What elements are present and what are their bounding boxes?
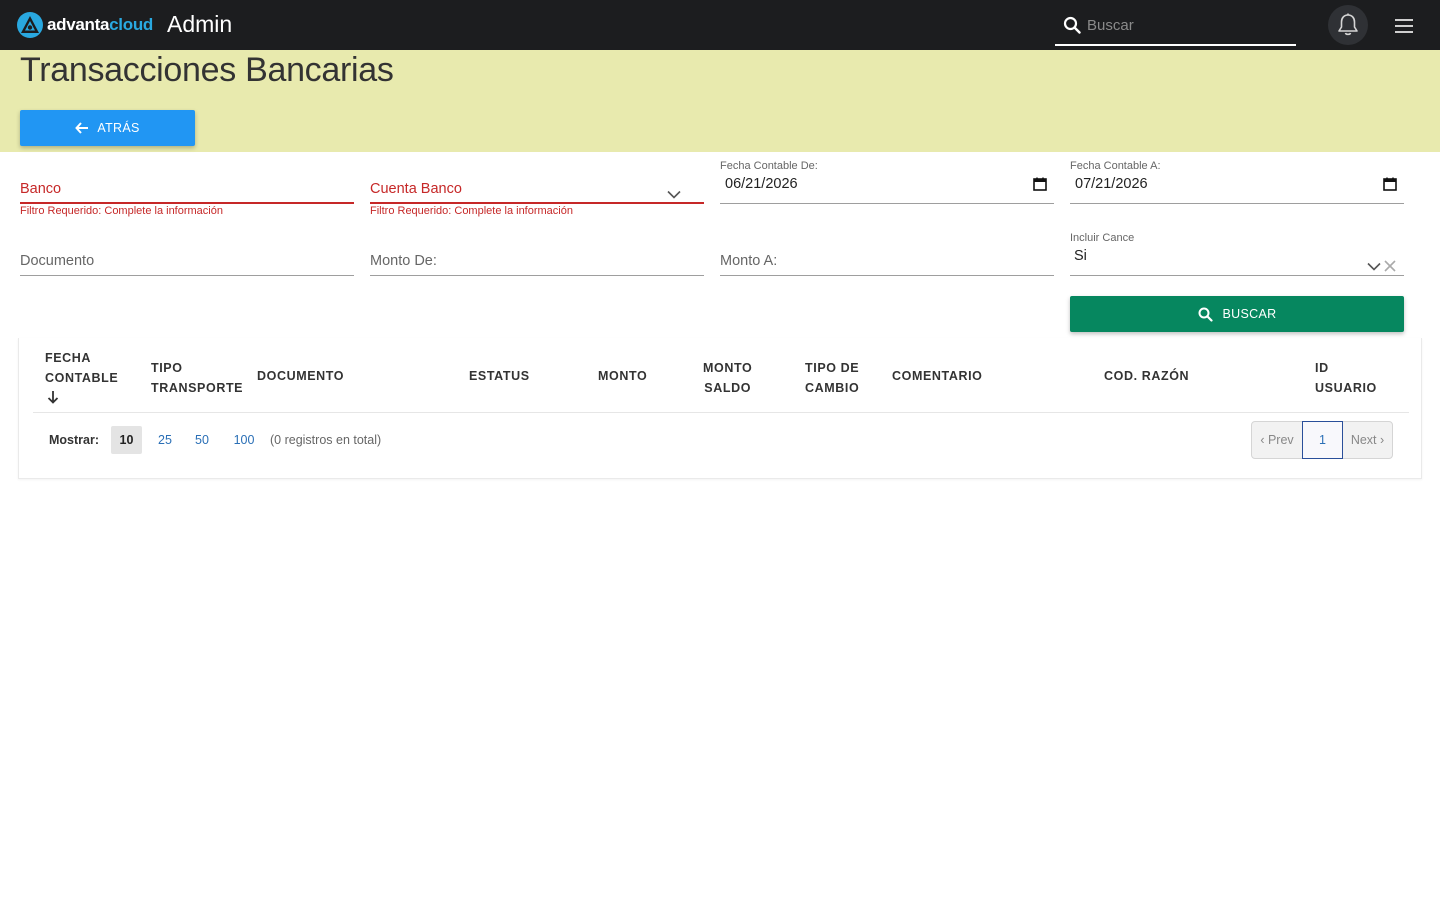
- clear-icon[interactable]: [1384, 260, 1396, 272]
- col-id-usuario-line1: ID: [1315, 361, 1329, 375]
- prev-page-button[interactable]: ‹ Prev: [1252, 422, 1302, 458]
- page-size-50[interactable]: 50: [188, 426, 216, 454]
- top-navbar: advantacloud Admin: [0, 0, 1440, 50]
- col-monto[interactable]: MONTO: [598, 366, 647, 386]
- incluir-cancelados-select[interactable]: Si: [1070, 246, 1404, 276]
- brand-name: advantacloud: [47, 11, 153, 39]
- col-id-usuario-line2: USUARIO: [1315, 381, 1377, 395]
- col-fecha-contable-line2: CONTABLE: [45, 371, 119, 385]
- col-monto-line1: MONTO: [598, 369, 648, 383]
- col-tipo-transporte[interactable]: TIPO TRANSPORTE: [151, 358, 243, 398]
- cuenta-banco-error: Filtro Requerido: Complete la informació…: [370, 205, 573, 217]
- transactions-table: FECHA CONTABLE TIPO TRANSPORTE DOCUMENTO…: [18, 338, 1422, 479]
- col-monto-saldo-line1: MONTO: [703, 361, 753, 375]
- col-estatus[interactable]: ESTATUS: [469, 366, 530, 386]
- col-tipo-transporte-line2: TRANSPORTE: [151, 381, 244, 395]
- brand-name-part1: advanta: [47, 15, 110, 34]
- documento-label: Documento: [20, 253, 95, 269]
- chevron-down-icon: [667, 190, 681, 199]
- col-estatus-line1: ESTATUS: [469, 369, 530, 383]
- brand-logo-icon: [17, 12, 43, 38]
- banco-label: Banco: [20, 181, 62, 197]
- monto-de-field[interactable]: Monto De:: [370, 248, 704, 276]
- back-button-label: ATRÁS: [97, 121, 140, 135]
- brand-name-part2: cloud: [109, 15, 153, 34]
- sort-arrow-down-icon[interactable]: [47, 390, 59, 404]
- app-name: Admin: [167, 11, 233, 37]
- current-page-button[interactable]: 1: [1302, 421, 1343, 459]
- fecha-a-label: Fecha Contable A:: [1070, 160, 1161, 172]
- page-size-25[interactable]: 25: [151, 426, 179, 454]
- col-tipo-cambio[interactable]: TIPO DE CAMBIO: [805, 358, 859, 398]
- col-comentario[interactable]: COMENTARIO: [892, 366, 983, 386]
- monto-a-field[interactable]: Monto A:: [720, 248, 1054, 276]
- header-divider: [33, 412, 1409, 413]
- page-title: Transacciones Bancarias: [20, 51, 394, 89]
- buscar-button[interactable]: BUSCAR: [1070, 296, 1404, 332]
- banco-error: Filtro Requerido: Complete la informació…: [20, 205, 223, 217]
- hamburger-menu-icon[interactable]: [1393, 16, 1415, 36]
- search-icon: [1063, 16, 1081, 34]
- chevron-down-icon[interactable]: [1367, 262, 1381, 271]
- brand-logo[interactable]: advantacloud: [16, 11, 153, 39]
- page-header: Transacciones Bancarias ATRÁS: [0, 50, 1440, 152]
- col-cod-razon[interactable]: COD. RAZÓN: [1104, 366, 1189, 386]
- search-input[interactable]: [1087, 11, 1287, 39]
- col-monto-saldo-line2: SALDO: [704, 381, 752, 395]
- col-tipo-cambio-line1: TIPO DE: [805, 361, 860, 375]
- col-cod-razon-line1: COD. RAZÓN: [1104, 369, 1190, 383]
- fecha-de-value: 06/21/2026: [725, 176, 798, 192]
- banco-field[interactable]: Banco: [20, 176, 354, 204]
- search-icon: [1198, 307, 1213, 322]
- back-button[interactable]: ATRÁS: [20, 110, 195, 146]
- pagination: ‹ Prev 1 Next ›: [1251, 421, 1393, 459]
- page-size-100[interactable]: 100: [227, 426, 261, 454]
- col-fecha-contable[interactable]: FECHA CONTABLE: [45, 348, 118, 410]
- col-fecha-contable-line1: FECHA: [45, 351, 92, 365]
- calendar-icon[interactable]: [1033, 177, 1047, 191]
- cuenta-banco-label: Cuenta Banco: [370, 181, 462, 197]
- col-tipo-transporte-line1: TIPO: [151, 361, 183, 375]
- fecha-a-field[interactable]: 07/21/2026: [1070, 174, 1404, 204]
- incluir-cancelados-label: Incluir Cance: [1070, 232, 1135, 244]
- cuenta-banco-field[interactable]: Cuenta Banco: [370, 176, 704, 204]
- fecha-de-field[interactable]: 06/21/2026: [720, 174, 1054, 204]
- fecha-de-label: Fecha Contable De:: [720, 160, 818, 172]
- bell-icon: [1338, 13, 1358, 36]
- page-size-10[interactable]: 10: [111, 426, 142, 454]
- buscar-button-label: BUSCAR: [1222, 307, 1277, 321]
- global-search: [1055, 6, 1296, 46]
- documento-field[interactable]: Documento: [20, 248, 354, 276]
- monto-de-label: Monto De:: [370, 253, 437, 269]
- notifications-button[interactable]: [1328, 5, 1368, 45]
- col-tipo-cambio-line2: CAMBIO: [805, 381, 860, 395]
- col-documento[interactable]: DOCUMENTO: [257, 366, 344, 386]
- incluir-cancelados-value: Si: [1074, 248, 1087, 264]
- total-records: (0 registros en total): [270, 433, 382, 447]
- fecha-a-value: 07/21/2026: [1075, 176, 1148, 192]
- calendar-icon[interactable]: [1383, 177, 1397, 191]
- arrow-left-icon: [75, 122, 89, 134]
- monto-a-label: Monto A:: [720, 253, 778, 269]
- col-monto-saldo[interactable]: MONTO SALDO: [703, 358, 752, 398]
- page-size-label: Mostrar:: [49, 433, 100, 447]
- col-comentario-line1: COMENTARIO: [892, 369, 983, 383]
- col-documento-line1: DOCUMENTO: [257, 369, 345, 383]
- next-page-button[interactable]: Next ›: [1343, 422, 1392, 458]
- col-id-usuario[interactable]: ID USUARIO: [1315, 358, 1377, 398]
